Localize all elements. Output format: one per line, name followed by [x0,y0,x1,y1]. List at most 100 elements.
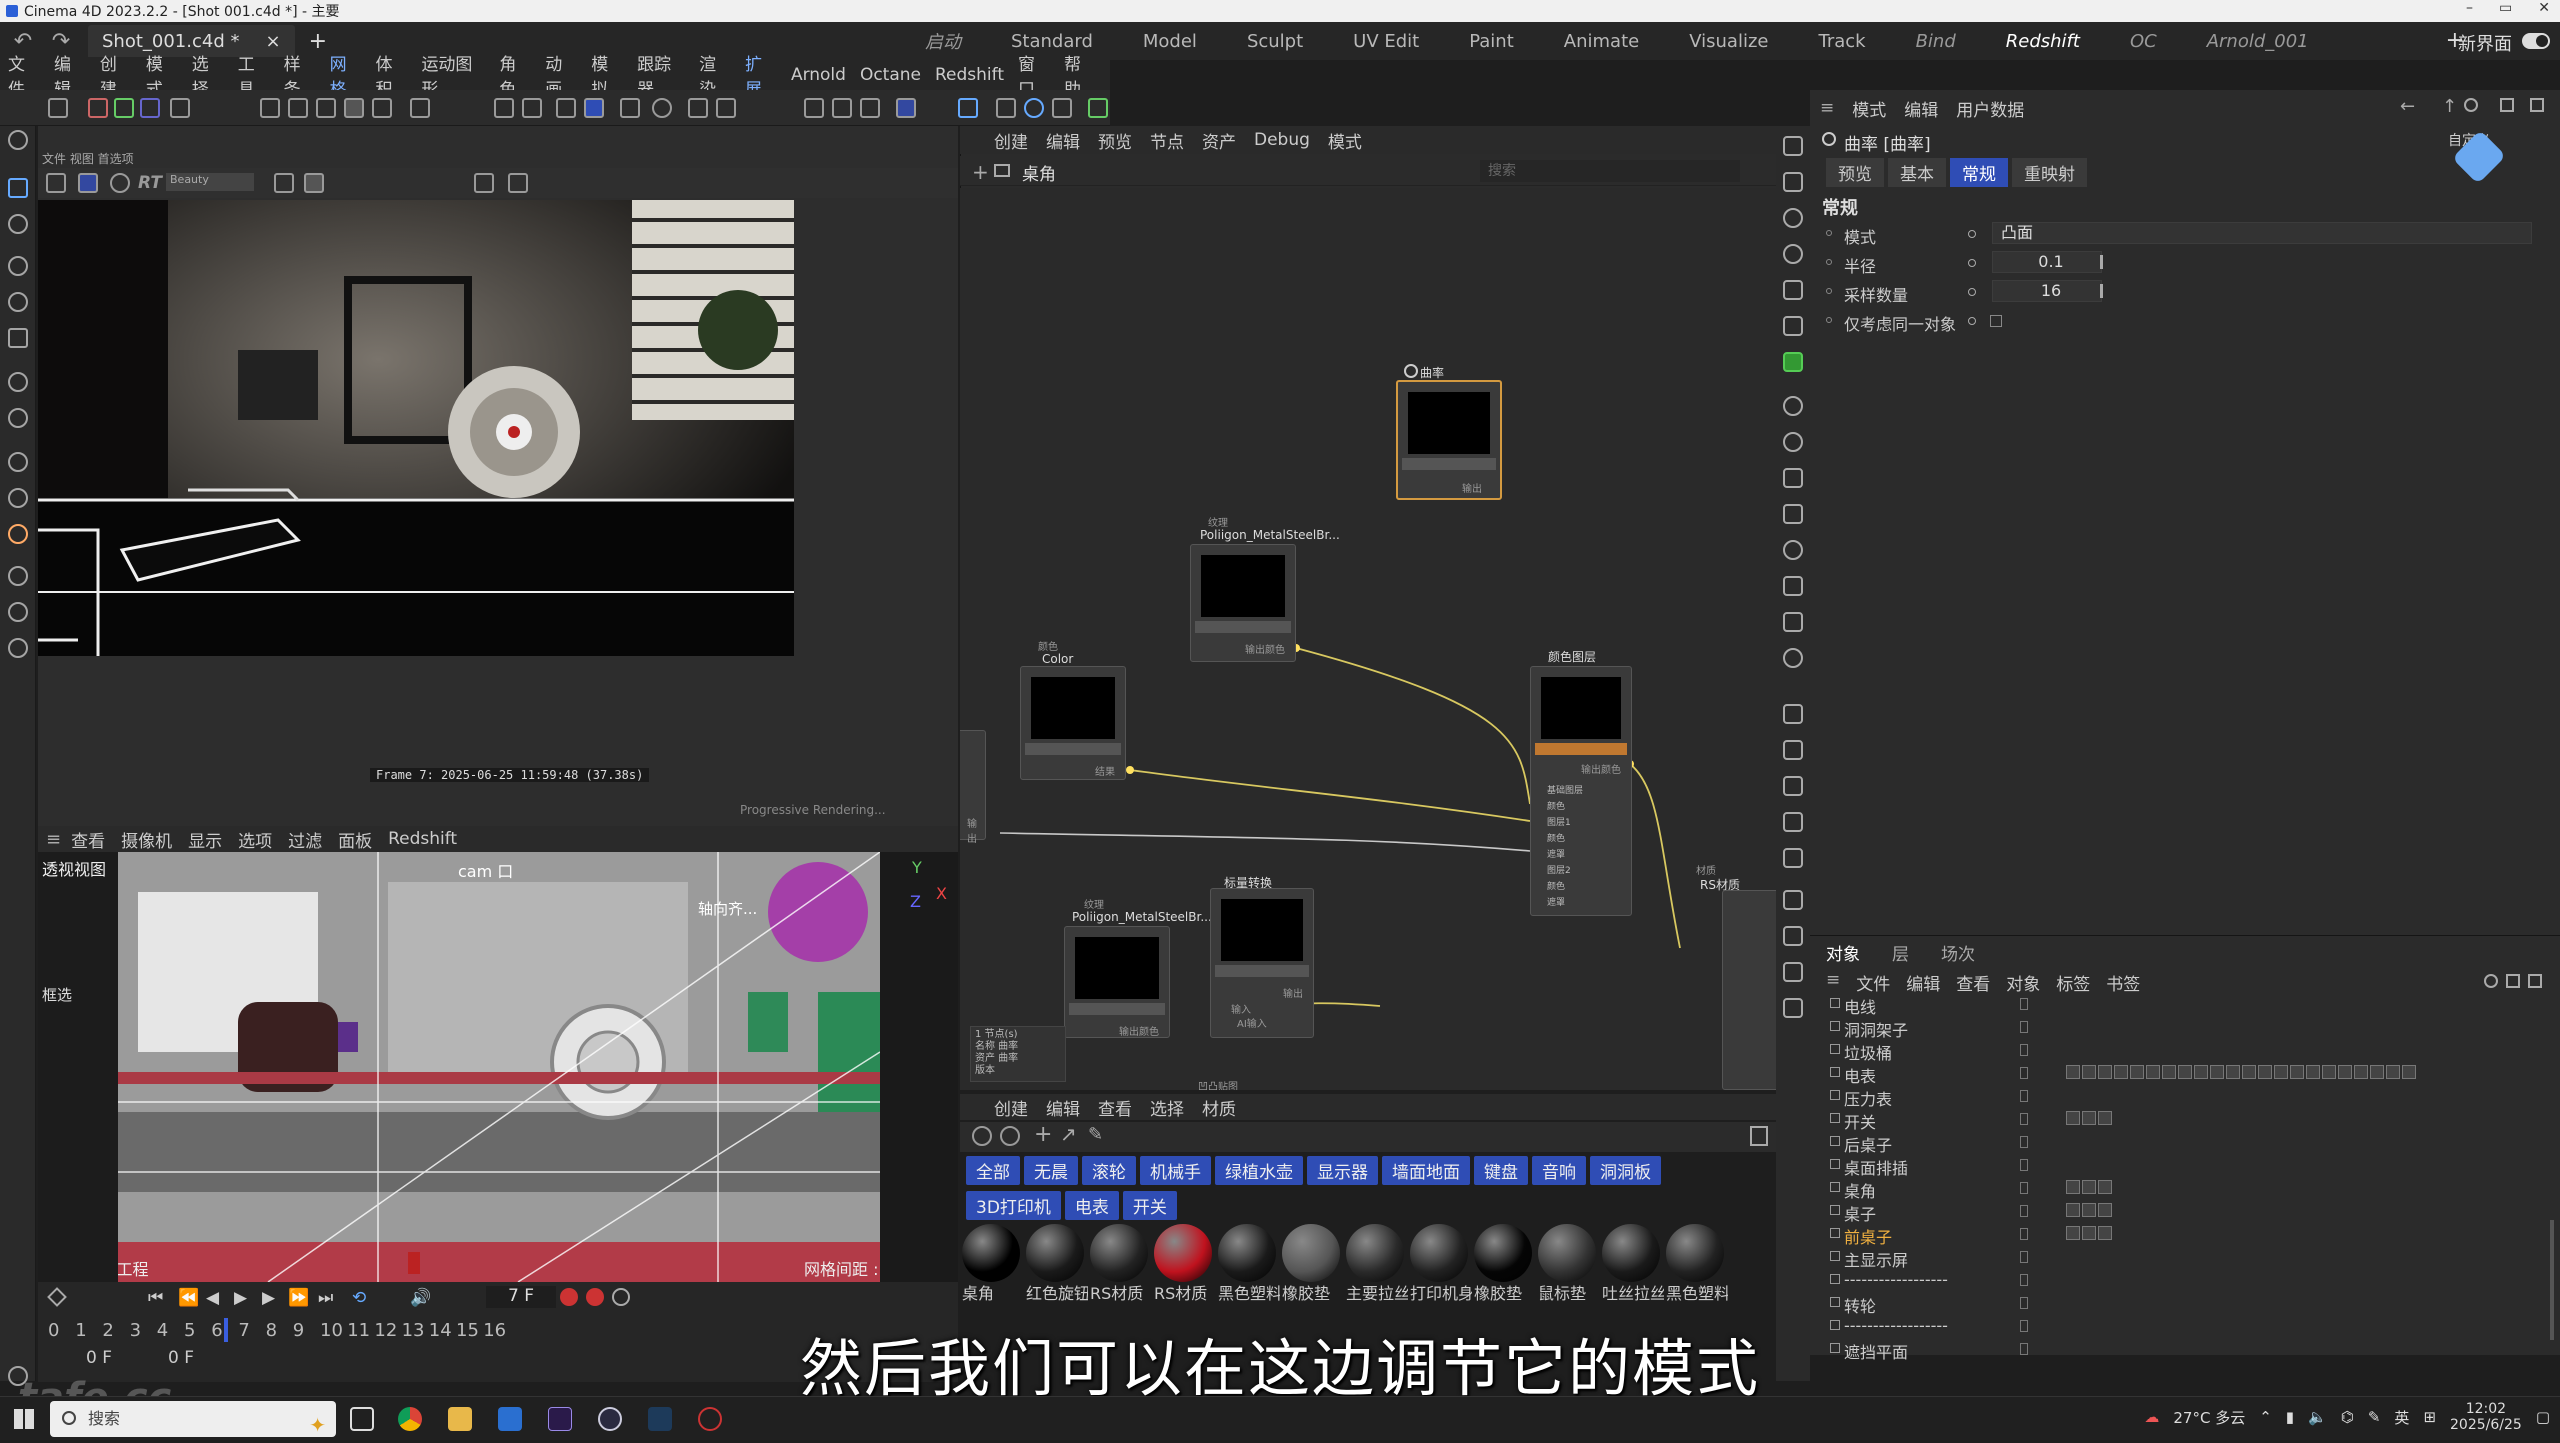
scale-tool-icon[interactable] [8,328,28,348]
axis-z-icon[interactable] [140,98,160,118]
material-tag-icon[interactable] [2066,1226,2080,1240]
material-ball-0[interactable] [962,1224,1020,1282]
coord-icon[interactable] [170,98,190,118]
prev-frame-icon[interactable]: ◀ [206,1288,219,1308]
material-ball-11[interactable] [1666,1224,1724,1282]
render-start-icon[interactable] [78,173,98,193]
material-tag-icon[interactable] [2226,1065,2240,1079]
network-icon[interactable]: ⌬ [2341,1408,2354,1426]
material-tag-icon[interactable] [2098,1111,2112,1125]
material-tag-icon[interactable] [2178,1065,2192,1079]
texture2-node[interactable]: 输出颜色 [1064,926,1170,1038]
zoom-icon[interactable] [508,173,528,193]
breadcrumb-label[interactable]: 桌角 [1022,160,1056,185]
color-node[interactable]: 结果 [1020,666,1126,780]
layer-port-1[interactable]: 颜色 [1547,799,1583,815]
object-tags-8[interactable] [2066,1180,2112,1196]
camera-icon-4[interactable] [1783,812,1803,832]
frame-select[interactable]: 框选 [42,984,72,1005]
attr-row-anim-0[interactable] [1968,230,1976,238]
app-blue-icon[interactable] [498,1407,522,1431]
material-tag-icon[interactable] [2114,1065,2128,1079]
node-menu-item-1[interactable]: 编辑 [1046,128,1080,153]
grid-icon[interactable] [584,98,604,118]
attr-tab-0[interactable]: 预览 [1826,158,1884,187]
material-ball-8[interactable] [1474,1224,1532,1282]
prev-key-icon[interactable]: ⏪ [178,1288,199,1308]
auto-key-icon[interactable] [586,1288,604,1306]
add-node-icon[interactable]: + [972,160,989,184]
viewport-menu-item-0[interactable]: 查看 [71,827,105,852]
obj-search-icon[interactable] [2484,974,2498,988]
object-visibility-4[interactable] [2020,1090,2028,1102]
render-view-icon-2[interactable] [1783,962,1803,982]
attr-new-icon[interactable] [2530,98,2544,112]
object-visibility-7[interactable] [2020,1159,2028,1171]
material-tag-icon[interactable] [2082,1180,2096,1194]
rotate-tool-icon[interactable] [8,292,28,312]
pen-tool-icon[interactable] [8,488,28,508]
attr-field-0[interactable]: 凸面 [1992,222,2532,244]
material-tag-row2-2[interactable]: 开关 [1122,1191,1177,1220]
material-tag-icon[interactable] [2082,1065,2096,1079]
volume-icon[interactable]: 🔈 [2308,1408,2327,1426]
attr-field-2[interactable]: 16 [1992,280,2102,302]
material-tag-7[interactable]: 键盘 [1474,1156,1528,1185]
grid-snap-icon[interactable] [556,98,576,118]
proxy-icon[interactable] [1783,316,1803,336]
material-tag-icon[interactable] [2098,1203,2112,1217]
output-node-stub[interactable]: 输出 [960,730,986,845]
object-menu-icon[interactable]: ≡ [1826,970,1840,995]
material-tag-icon[interactable] [2210,1065,2224,1079]
object-menu-item-0[interactable]: 文件 [1856,970,1890,995]
mat-reload-icon[interactable] [1000,1126,1020,1146]
app-record-icon[interactable] [698,1407,722,1431]
file-icon[interactable] [48,98,68,118]
object-tab-1[interactable]: 层 [1892,940,1909,965]
object-visibility-1[interactable] [2020,1021,2028,1033]
material-tag-icon[interactable] [2370,1065,2384,1079]
explorer-icon[interactable] [448,1407,472,1431]
layout-tab-7[interactable]: Visualize [1664,31,1793,52]
render-queue-icon[interactable] [860,98,880,118]
material-tag-4[interactable]: 绿植水壶 [1215,1156,1303,1185]
texture1-node[interactable]: 输出颜色 [1190,544,1296,662]
input-lang[interactable]: 英 [2394,1407,2409,1428]
minimize-button[interactable]: – [2466,0,2473,16]
viewport-menu-item-4[interactable]: 过滤 [288,827,322,852]
render-snapshot-icon[interactable] [46,173,66,193]
object-row-8[interactable]: 桌角 [1844,1178,1876,1201]
next-frame-icon[interactable]: ▶ [262,1288,275,1308]
transform-tool-icon[interactable] [8,372,28,392]
scalar-input-port[interactable]: 输入 [1231,1001,1251,1016]
select-tool-icon[interactable] [8,178,28,198]
sphere-icon[interactable] [1024,98,1044,118]
task-view-icon[interactable] [350,1407,374,1431]
material-tag-0[interactable]: 全部 [966,1156,1020,1185]
material-tag-9[interactable]: 洞洞板 [1590,1156,1661,1185]
mat-eyedrop-icon[interactable]: ✎ [1088,1124,1103,1145]
node-canvas[interactable]: 曲率 输出 纹理 Poliigon_MetalSteelBr... 输出颜色 颜… [960,188,1776,1090]
viewport-menu-item-2[interactable]: 显示 [188,827,222,852]
subdivision-icon[interactable] [996,98,1016,118]
layer-port-4[interactable]: 遮罩 [1547,847,1583,863]
clock[interactable]: 12:02 2025/6/25 [2450,1401,2522,1433]
node-menu-item-5[interactable]: Debug [1254,130,1310,150]
object-tab-2[interactable]: 场次 [1941,940,1975,965]
mat-add-icon[interactable]: + [1034,1122,1052,1147]
polygons-mode-icon[interactable] [344,98,364,118]
material-tag-icon[interactable] [2306,1065,2320,1079]
menu-item-17[interactable]: Octane [860,65,921,85]
object-menu-item-1[interactable]: 编辑 [1906,970,1940,995]
material-menu-item-4[interactable]: 材质 [1202,1095,1236,1120]
node-menu-item-3[interactable]: 节点 [1150,128,1184,153]
material-tag-icon[interactable] [2242,1065,2256,1079]
material-ball-2[interactable] [1090,1224,1148,1282]
taskbar-search[interactable]: 搜索 ✦ [50,1401,336,1437]
maximize-button[interactable]: ▭ [2499,0,2512,16]
attr-tab-3[interactable]: 重映射 [2012,158,2087,187]
material-tag-icon[interactable] [2290,1065,2304,1079]
node-search-input[interactable]: 搜索 [1480,160,1740,182]
object-visibility-5[interactable] [2020,1113,2028,1125]
material-tag-row2-0[interactable]: 3D打印机 [966,1191,1061,1220]
